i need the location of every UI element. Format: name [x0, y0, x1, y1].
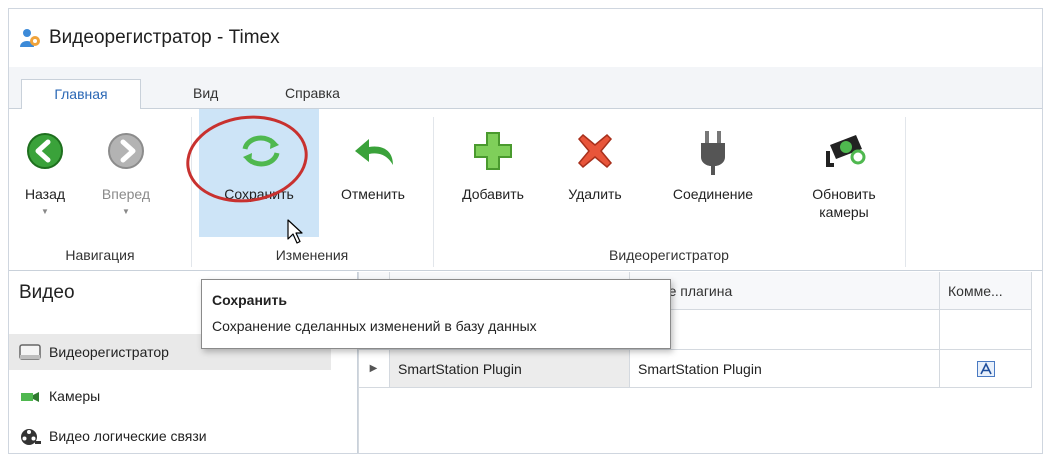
nav-item-cameras[interactable]: Камеры [9, 378, 331, 414]
tab-help[interactable]: Справка [271, 79, 354, 110]
forward-label: Вперед [101, 186, 151, 202]
back-arrow-icon [25, 131, 65, 171]
grid-empty-cell [630, 310, 940, 350]
group-divider [433, 117, 434, 267]
title-bar: Видеорегистратор - Timex [9, 9, 1042, 67]
app-users-icon [19, 27, 41, 49]
connection-label: Соединение [672, 186, 754, 202]
tooltip-body: Сохранение сделанных изменений в базу да… [212, 318, 537, 334]
camera-icon [19, 387, 41, 405]
undo-arrow-icon [353, 131, 393, 171]
save-tooltip: Сохранить Сохранение сделанных изменений… [201, 279, 671, 349]
delete-x-icon [575, 131, 615, 171]
window-title: Видеорегистратор - Timex [49, 27, 280, 48]
add-button[interactable]: Добавить [443, 109, 543, 237]
text-edit-icon[interactable] [976, 360, 995, 377]
plug-icon [693, 131, 733, 175]
delete-button[interactable]: Удалить [553, 109, 637, 237]
tab-view[interactable]: Вид [179, 79, 232, 110]
back-label: Назад [24, 186, 66, 202]
table-cell-comment[interactable] [940, 350, 1032, 388]
recorder-icon [19, 343, 41, 361]
add-label: Добавить [462, 186, 524, 202]
grid-header-plugin[interactable]: вание плагина [630, 272, 940, 310]
row-pointer-icon: ▶ [369, 363, 378, 374]
row-indicator[interactable]: ▶ [358, 350, 390, 388]
plus-icon [473, 131, 513, 171]
nav-item-label: Видео логические связи [49, 428, 207, 444]
nav-header: Видео [19, 282, 75, 303]
group-divider [191, 117, 192, 267]
group-label-recorder: Видеорегистратор [609, 247, 729, 263]
connection-button[interactable]: Соединение [643, 109, 783, 237]
refresh-label-line2: камеры [819, 204, 869, 220]
nav-item-video-links[interactable]: Видео логические связи [9, 418, 331, 453]
cancel-label: Отменить [341, 186, 405, 202]
refresh-cameras-button[interactable]: Обновить камеры [789, 109, 899, 237]
mouse-pointer-icon [287, 219, 303, 248]
refresh-arrows-icon [239, 131, 280, 171]
table-cell-name[interactable]: SmartStation Plugin [390, 350, 630, 388]
group-label-navigation: Навигация [65, 247, 135, 263]
forward-button[interactable]: Вперед ▼ [81, 109, 171, 237]
delete-label: Удалить [568, 186, 622, 202]
security-camera-icon [824, 131, 866, 171]
ribbon: Назад ▼ Вперед ▼ Сохранить Отменить Доба… [9, 107, 1042, 271]
tab-home[interactable]: Главная [21, 79, 141, 110]
group-label-changes: Изменения [275, 247, 349, 263]
group-divider [905, 117, 906, 267]
table-cell-plugin[interactable]: SmartStation Plugin [630, 350, 940, 388]
nav-item-label: Видеорегистратор [49, 344, 169, 360]
nav-item-label: Камеры [49, 388, 101, 404]
refresh-label-line1: Обновить [812, 186, 876, 202]
tooltip-title: Сохранить [212, 292, 287, 308]
chevron-down-icon: ▼ [122, 207, 130, 216]
app-window: Видеорегистратор - Timex Главная Вид Спр… [8, 8, 1043, 454]
grid-header-comment[interactable]: Комме... [940, 272, 1032, 310]
forward-arrow-icon [106, 131, 146, 171]
back-button[interactable]: Назад ▼ [11, 109, 79, 237]
ribbon-tabstrip: Главная Вид Справка [9, 67, 1042, 110]
grid-empty-cell [940, 310, 1032, 350]
film-reel-icon [19, 427, 41, 445]
chevron-down-icon: ▼ [41, 207, 49, 216]
save-label: Сохранить [224, 186, 294, 202]
refresh-cameras-label: Обновить камеры [789, 185, 899, 221]
save-button[interactable]: Сохранить [199, 109, 319, 237]
cancel-button[interactable]: Отменить [325, 109, 421, 237]
